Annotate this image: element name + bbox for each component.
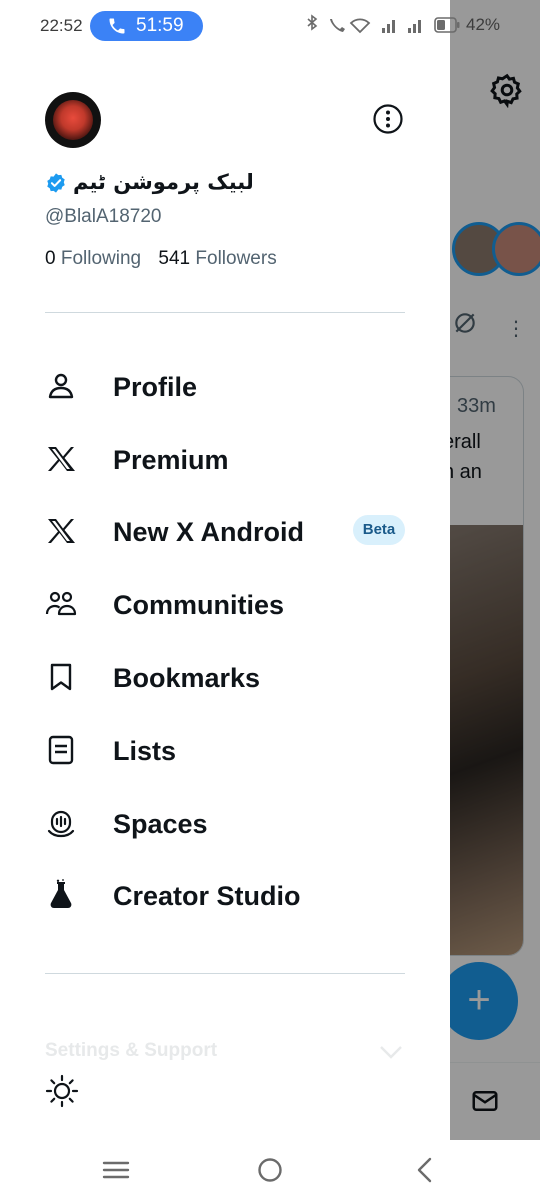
menu-item-premium[interactable]: Premium xyxy=(0,425,450,497)
menu-item-bookmarks[interactable]: Bookmarks xyxy=(0,643,450,715)
status-bar: 22:52 51:59 42% xyxy=(0,0,540,52)
ongoing-call-pill[interactable]: 51:59 xyxy=(90,11,203,41)
call-timer: 51:59 xyxy=(136,15,184,36)
beta-badge: Beta xyxy=(353,515,405,545)
back-icon[interactable] xyxy=(410,1156,440,1184)
menu-item-communities[interactable]: Communities xyxy=(0,570,450,642)
wifi-icon xyxy=(349,18,371,34)
follow-stats: 0 Following 541 Followers xyxy=(45,248,277,270)
divider xyxy=(45,312,405,313)
following-link[interactable]: 0 Following xyxy=(45,248,141,269)
recent-apps-icon[interactable] xyxy=(101,1156,131,1184)
drawer-scrim[interactable] xyxy=(450,0,540,1140)
bookmark-icon xyxy=(50,663,72,691)
settings-support-section[interactable]: Settings & Support xyxy=(45,1040,217,1062)
system-navigation-bar xyxy=(0,1140,540,1200)
menu-item-label: Lists xyxy=(113,736,177,766)
avatar-image xyxy=(53,100,93,140)
menu-item-label: Premium xyxy=(113,445,229,475)
battery-icon xyxy=(434,17,460,33)
menu-item-lists[interactable]: Lists xyxy=(0,716,450,788)
battery-percent: 42% xyxy=(466,15,501,34)
menu-item-label: Profile xyxy=(113,372,198,402)
sun-icon[interactable] xyxy=(45,1074,79,1108)
communities-icon xyxy=(45,591,77,616)
menu-item-new-x-android[interactable]: New X Android Beta xyxy=(0,497,450,569)
x-logo-icon xyxy=(48,447,75,471)
menu-item-label: Bookmarks xyxy=(113,663,261,693)
navigation-drawer: لبیک پرموشن ٹیم @BlalA18720 0 Following … xyxy=(0,52,450,1140)
flask-icon xyxy=(50,879,72,908)
verified-badge-icon xyxy=(47,173,65,193)
menu-item-profile[interactable]: Profile xyxy=(0,352,450,424)
person-icon xyxy=(48,373,74,399)
status-icons xyxy=(307,14,421,34)
phone-icon xyxy=(109,18,125,34)
clock: 22:52 xyxy=(40,16,83,35)
menu-item-label: New X Android xyxy=(113,517,305,547)
user-handle: @BlalA18720 xyxy=(45,206,162,227)
menu-item-label: Spaces xyxy=(113,809,208,839)
spaces-icon xyxy=(47,810,75,838)
divider xyxy=(45,973,405,974)
volte-call-icon xyxy=(330,19,345,32)
chevron-down-icon[interactable] xyxy=(379,1044,403,1060)
bluetooth-icon xyxy=(307,14,318,31)
followers-count: 541 xyxy=(158,248,191,269)
display-name-row[interactable]: لبیک پرموشن ٹیم xyxy=(45,170,425,200)
avatar[interactable] xyxy=(45,92,101,148)
followers-label: Followers xyxy=(195,248,277,269)
followers-link[interactable]: 541 Followers xyxy=(158,248,276,269)
menu-item-label: Creator Studio xyxy=(113,881,301,911)
x-logo-icon xyxy=(48,519,75,543)
following-count: 0 xyxy=(45,248,56,269)
menu-item-creator-studio[interactable]: Creator Studio xyxy=(0,861,450,933)
menu-item-spaces[interactable]: Spaces xyxy=(0,789,450,861)
display-name: لبیک پرموشن ٹیم xyxy=(73,170,254,194)
list-icon xyxy=(48,735,74,765)
signal-bars-icon xyxy=(382,28,385,33)
menu-item-label: Communities xyxy=(113,590,285,620)
home-icon[interactable] xyxy=(255,1156,285,1184)
more-options-icon[interactable] xyxy=(372,103,404,135)
following-label: Following xyxy=(60,248,142,269)
